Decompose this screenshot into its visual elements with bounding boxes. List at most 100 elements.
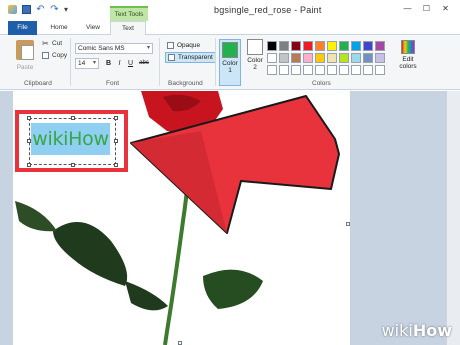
clipboard-group-label: Clipboard (24, 80, 52, 87)
resize-handle-right[interactable] (346, 222, 350, 226)
paint-app-icon[interactable] (8, 5, 17, 14)
edit-colors-label-2: colors (399, 63, 417, 70)
leaf-right (203, 269, 263, 309)
font-size-select[interactable]: 14 ▾ (75, 58, 99, 69)
maximize-button[interactable]: ☐ (418, 3, 435, 15)
color1-label: Color (222, 60, 238, 67)
chevron-down-icon: ▾ (92, 60, 96, 66)
color-wheel-icon (401, 40, 415, 54)
palette-swatch[interactable] (267, 53, 277, 63)
palette-swatch[interactable] (375, 41, 385, 51)
font-family-select[interactable]: Comic Sans MS ▾ (75, 43, 153, 54)
vertical-scrollbar[interactable] (446, 91, 460, 345)
cut-button[interactable]: ✂ Cut (42, 40, 63, 48)
group-divider (215, 38, 216, 86)
title-bar: ↶ ↷ ▾ Text Tools bgsingle_red_rose - Pai… (0, 0, 460, 22)
palette-swatch[interactable] (267, 65, 277, 75)
selection-handle[interactable] (27, 163, 31, 167)
font-group-label: Font (106, 80, 120, 87)
tab-file[interactable]: File (8, 21, 37, 35)
palette-swatch[interactable] (327, 53, 337, 63)
italic-button[interactable]: I (115, 58, 124, 69)
window-controls: — ☐ ✕ (399, 3, 454, 15)
leaf-left (53, 222, 128, 286)
window-title: bgsingle_red_rose - Paint (214, 5, 322, 15)
transparent-icon (168, 54, 175, 61)
underline-button[interactable]: U (126, 58, 135, 69)
copy-button[interactable]: Copy (42, 52, 67, 59)
ribbon-tabs: File Home View Text (0, 21, 460, 36)
palette-swatch[interactable] (291, 41, 301, 51)
quick-access-toolbar: ↶ ↷ ▾ (8, 5, 73, 15)
color2-button[interactable]: Color 2 (244, 39, 266, 71)
selection-handle[interactable] (114, 116, 118, 120)
palette-swatch[interactable] (267, 41, 277, 51)
cut-label: Cut (52, 40, 63, 47)
palette-swatch[interactable] (279, 41, 289, 51)
tab-home[interactable]: Home (45, 21, 73, 35)
color1-number: 1 (228, 67, 232, 74)
copy-label: Copy (52, 52, 68, 59)
leaf-small-left (15, 201, 57, 232)
redo-icon[interactable]: ↷ (50, 5, 59, 15)
palette-swatch[interactable] (351, 41, 361, 51)
colors-group-label: Colors (312, 80, 331, 87)
clipboard-icon (16, 40, 34, 60)
palette-swatch[interactable] (351, 65, 361, 75)
selection-handle[interactable] (114, 163, 118, 167)
palette-swatch[interactable] (339, 41, 349, 51)
tab-view[interactable]: View (79, 21, 107, 35)
paste-label: Paste (16, 64, 34, 71)
edit-colors-button[interactable]: Edit colors (396, 40, 420, 70)
palette-swatch[interactable] (315, 65, 325, 75)
customize-toolbar-icon[interactable]: ▾ (64, 5, 73, 14)
transparent-option[interactable]: Transparent (165, 52, 216, 63)
palette-swatch[interactable] (327, 65, 337, 75)
watermark-how: How (412, 321, 452, 340)
selection-handle[interactable] (114, 139, 118, 143)
save-icon[interactable] (22, 5, 31, 14)
bold-button[interactable]: B (104, 58, 113, 69)
color2-number: 2 (253, 64, 257, 71)
strikethrough-button[interactable]: abc (137, 58, 151, 69)
undo-icon[interactable]: ↶ (36, 5, 45, 15)
palette-swatch[interactable] (303, 53, 313, 63)
palette-swatch[interactable] (339, 65, 349, 75)
selection-handle[interactable] (71, 163, 75, 167)
resize-handle-bottom[interactable] (178, 341, 182, 345)
group-divider (70, 38, 71, 86)
palette-swatch[interactable] (279, 53, 289, 63)
palette-swatch[interactable] (315, 53, 325, 63)
close-button[interactable]: ✕ (437, 3, 454, 15)
palette-swatch[interactable] (363, 65, 373, 75)
copy-icon (42, 52, 49, 59)
palette-swatch[interactable] (375, 65, 385, 75)
edit-colors-label: Edit (402, 56, 414, 63)
palette-swatch[interactable] (279, 65, 289, 75)
palette-swatch[interactable] (351, 53, 361, 63)
palette-swatch[interactable] (315, 41, 325, 51)
palette-swatch[interactable] (291, 65, 301, 75)
chevron-down-icon: ▾ (146, 45, 150, 51)
selection-handle[interactable] (27, 116, 31, 120)
color-palette (267, 41, 385, 75)
palette-swatch[interactable] (291, 53, 301, 63)
selection-handle[interactable] (71, 116, 75, 120)
opaque-label: Opaque (177, 42, 201, 49)
transparent-label: Transparent (178, 54, 213, 61)
opaque-option[interactable]: Opaque (165, 40, 202, 51)
palette-swatch[interactable] (303, 41, 313, 51)
palette-swatch[interactable] (363, 41, 373, 51)
color1-button[interactable]: Color 1 (219, 39, 241, 86)
palette-swatch[interactable] (363, 53, 373, 63)
color2-label: Color (247, 57, 263, 64)
text-tools-context-label: Text Tools (110, 6, 148, 22)
minimize-button[interactable]: — (399, 3, 416, 15)
paste-button[interactable]: Paste (14, 40, 36, 71)
tab-text[interactable]: Text (110, 21, 146, 36)
palette-swatch[interactable] (303, 65, 313, 75)
palette-swatch[interactable] (375, 53, 385, 63)
palette-swatch[interactable] (339, 53, 349, 63)
text-box-content[interactable]: wikiHow (31, 123, 110, 155)
palette-swatch[interactable] (327, 41, 337, 51)
